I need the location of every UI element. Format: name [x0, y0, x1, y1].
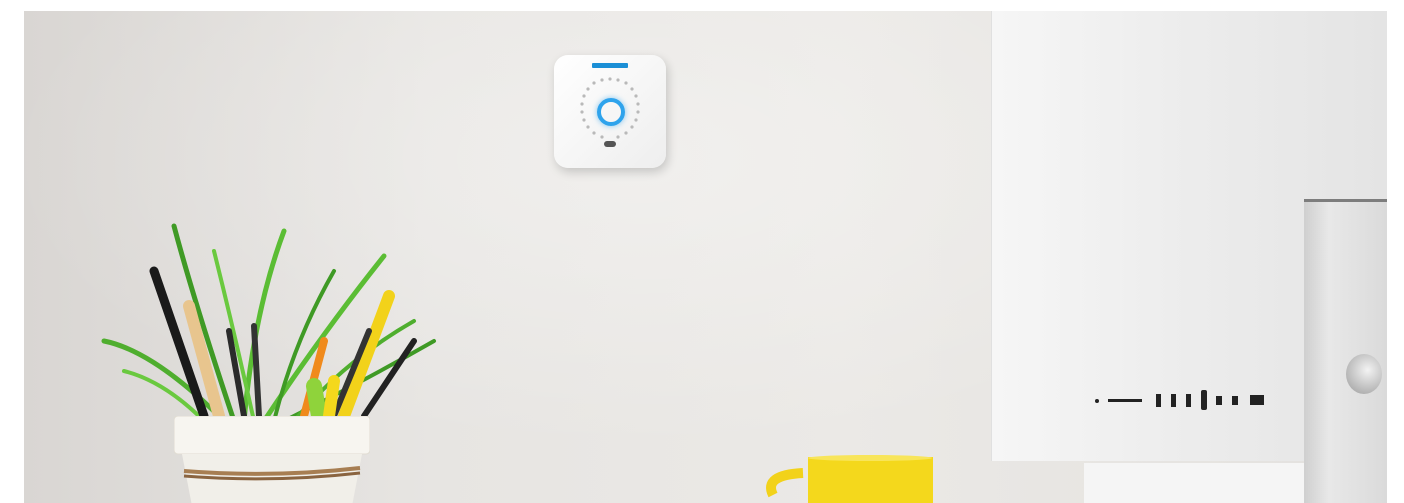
imac-stand	[1304, 199, 1387, 503]
plant-pot	[174, 416, 370, 503]
smart-thermostat	[554, 55, 666, 168]
imac-ports	[1095, 390, 1264, 410]
photo-scene	[24, 11, 1387, 503]
yellow-mug	[766, 455, 933, 503]
sensor-indicator	[604, 141, 616, 147]
pencils-and-plant	[101, 223, 436, 424]
status-ring-icon	[597, 98, 625, 126]
stand-cable-hole	[1346, 354, 1382, 394]
desk-surface	[1084, 463, 1324, 503]
